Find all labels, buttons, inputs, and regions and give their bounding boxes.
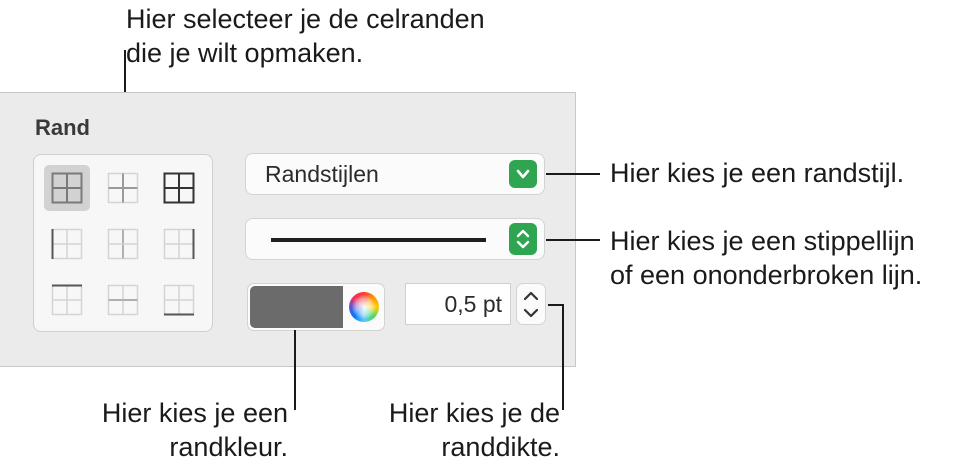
bottom-border-icon bbox=[163, 284, 195, 316]
panel-title: Rand bbox=[35, 115, 90, 140]
callout-line-type: Hier kies je een stippellijn of een onon… bbox=[610, 226, 923, 290]
callout-line-border-style bbox=[546, 173, 600, 175]
chevron-down-icon bbox=[509, 160, 537, 188]
right-border-button[interactable] bbox=[156, 221, 202, 267]
top-border-icon bbox=[51, 284, 83, 316]
border-width-field[interactable]: 0,5 pt bbox=[405, 283, 511, 325]
inside-vertical-borders-icon bbox=[107, 228, 139, 260]
inside-horizontal-borders-icon bbox=[107, 284, 139, 316]
inside-vertical-borders-button[interactable] bbox=[100, 221, 146, 267]
bottom-border-button[interactable] bbox=[156, 277, 202, 323]
up-down-chevron-icon bbox=[509, 223, 537, 255]
line-style-popup[interactable] bbox=[245, 218, 545, 260]
callout-line-line-type bbox=[546, 239, 600, 241]
border-color-well[interactable] bbox=[247, 283, 385, 331]
outside-borders-icon bbox=[163, 172, 195, 204]
inside-horizontal-borders-button[interactable] bbox=[100, 277, 146, 323]
callout-line-border-color bbox=[294, 330, 296, 410]
outside-borders-button[interactable] bbox=[156, 165, 202, 211]
border-style-popup-label: Randstijlen bbox=[265, 161, 379, 187]
callout-line-border-width-v bbox=[562, 304, 564, 410]
all-borders-button[interactable] bbox=[44, 165, 90, 211]
callout-border-color: Hier kies je een randkleur. bbox=[101, 398, 288, 462]
inside-borders-button[interactable] bbox=[100, 165, 146, 211]
border-style-popup[interactable]: Randstijlen bbox=[245, 153, 545, 195]
left-border-icon bbox=[51, 228, 83, 260]
inside-borders-icon bbox=[107, 172, 139, 204]
all-borders-icon bbox=[51, 172, 83, 204]
stepper-icon[interactable] bbox=[516, 283, 546, 325]
right-border-icon bbox=[163, 228, 195, 260]
border-selector-grid bbox=[33, 154, 213, 332]
color-wheel-icon[interactable] bbox=[349, 292, 379, 322]
callout-border-style: Hier kies je een randstijl. bbox=[610, 158, 905, 188]
solid-line-preview bbox=[271, 238, 486, 242]
callout-border-width: Hier kies je de randdikte. bbox=[388, 398, 560, 462]
left-border-button[interactable] bbox=[44, 221, 90, 267]
top-border-button[interactable] bbox=[44, 277, 90, 323]
color-swatch[interactable] bbox=[250, 286, 343, 328]
callout-cell-borders: Hier selecteer je de celranden die je wi… bbox=[126, 4, 485, 68]
